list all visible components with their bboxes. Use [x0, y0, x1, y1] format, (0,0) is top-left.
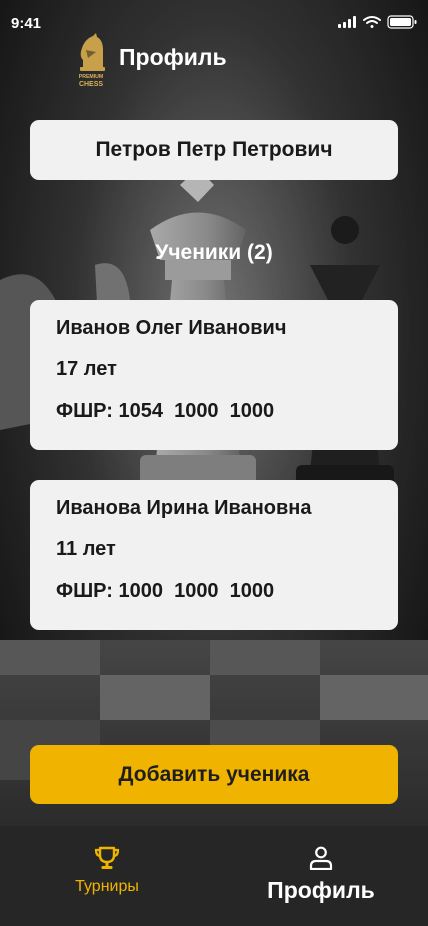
signal-icon	[338, 16, 356, 28]
wifi-icon	[363, 16, 381, 28]
status-time: 9:41	[11, 15, 42, 32]
logo-text-chess: CHESS	[79, 81, 103, 88]
add-student-button[interactable]: Добавить ученика	[30, 745, 398, 804]
tab-profile-label: Профиль	[267, 877, 375, 903]
profile-name-card: Петров Петр Петрович	[30, 120, 398, 180]
tab-tournaments-label: Турниры	[75, 878, 139, 895]
trophy-icon	[94, 846, 120, 869]
logo-text-premium: PREMIUM	[79, 74, 104, 80]
battery-icon	[387, 15, 417, 29]
chess-knight-logo-icon: PREMIUM CHESS	[79, 33, 105, 88]
student-card[interactable]: Иванова Ирина Ивановна 11 лет ФШР: 1000 …	[30, 480, 398, 630]
student-age: 11 лет	[56, 538, 116, 560]
students-section-title: Ученики (2)	[155, 241, 273, 264]
student-card[interactable]: Иванов Олег Иванович 17 лет ФШР: 1054 10…	[30, 300, 398, 450]
student-ratings: ФШР: 1054 1000 1000	[56, 400, 275, 422]
tab-tournaments[interactable]: Турниры	[0, 826, 214, 926]
student-age: 17 лет	[56, 358, 117, 380]
user-icon	[309, 846, 333, 870]
tab-bar: Турниры Профиль	[0, 826, 428, 926]
student-ratings: ФШР: 1000 1000 1000	[56, 580, 275, 602]
student-name: Иванов Олег Иванович	[56, 317, 287, 339]
profile-full-name: Петров Петр Петрович	[95, 138, 333, 161]
tab-profile[interactable]: Профиль	[214, 826, 428, 926]
student-name: Иванова Ирина Ивановна	[56, 497, 312, 519]
page-title: Профиль	[119, 44, 227, 70]
status-icons	[338, 15, 420, 34]
status-bar: 9:41	[0, 0, 428, 44]
